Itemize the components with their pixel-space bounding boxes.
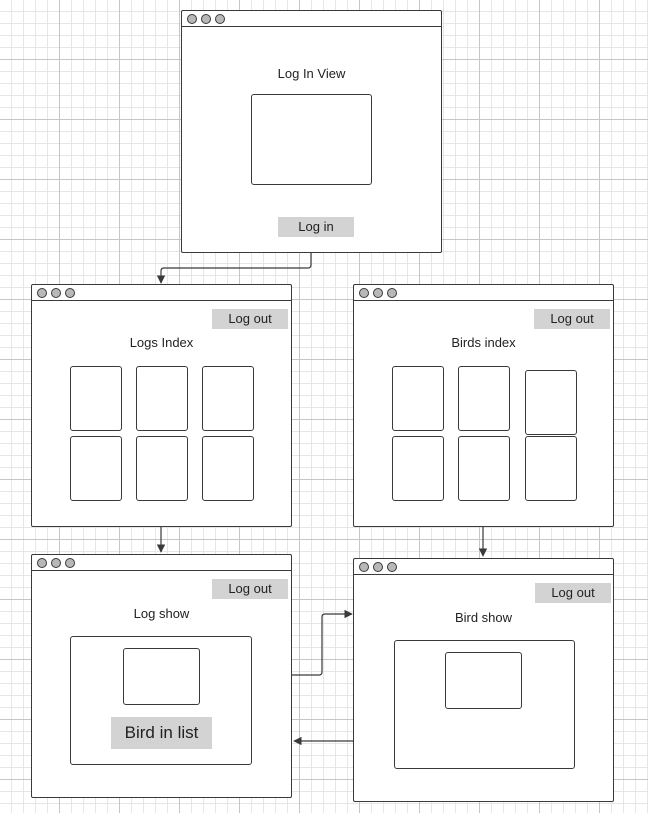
- flow-arrows: [156, 253, 488, 746]
- arrow-log-show-to-bird-show: [292, 609, 353, 676]
- arrow-login-to-logs-index: [156, 253, 312, 284]
